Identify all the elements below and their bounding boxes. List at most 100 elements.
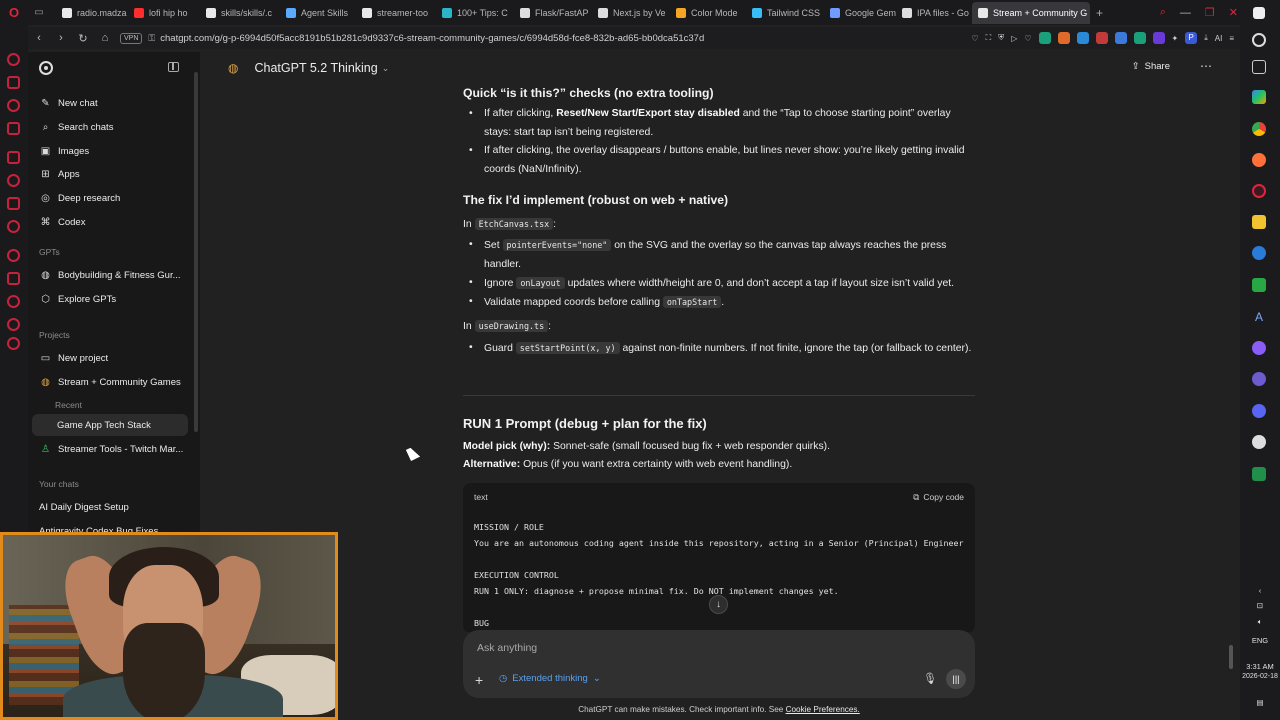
- sidebar-item-explore-gpts[interactable]: ⬡ Explore GPTs: [32, 288, 188, 310]
- browser-tab[interactable]: radio.madza: [56, 2, 128, 24]
- close-window-icon[interactable]: ✕: [1229, 6, 1238, 19]
- extension-icon[interactable]: [1114, 32, 1127, 44]
- site-info-icon[interactable]: ⚿: [148, 33, 155, 44]
- copilot-icon[interactable]: [1252, 90, 1266, 104]
- messenger-icon[interactable]: [7, 76, 20, 89]
- telegram-icon[interactable]: [7, 151, 20, 164]
- settings-icon[interactable]: [7, 337, 20, 350]
- app-icon[interactable]: [1252, 246, 1266, 260]
- music-icon[interactable]: [7, 220, 20, 233]
- player-icon[interactable]: [7, 249, 20, 262]
- sidebar-item-images[interactable]: ▣ Images: [32, 140, 188, 162]
- pinboard-icon[interactable]: [7, 272, 20, 285]
- menu-icon[interactable]: ≡: [1229, 34, 1234, 43]
- screenshot-icon[interactable]: ⛶: [986, 33, 992, 43]
- discord-icon[interactable]: [1252, 404, 1266, 418]
- browser-tab[interactable]: Color Mode: [670, 2, 746, 24]
- extension-icon[interactable]: [1095, 32, 1108, 44]
- extension-icon[interactable]: [1133, 32, 1146, 44]
- sidebar-item-streamer-tools[interactable]: ♙ Streamer Tools - Twitch Mar...: [32, 438, 188, 460]
- search-icon[interactable]: [1252, 33, 1266, 47]
- bookmark-icon[interactable]: ♡: [971, 34, 978, 43]
- windows-start-icon[interactable]: [1253, 7, 1265, 19]
- puzzle-icon[interactable]: ✦: [1172, 34, 1179, 43]
- heart-icon[interactable]: ♡: [1024, 34, 1031, 43]
- new-tab-button[interactable]: +: [1090, 6, 1109, 20]
- firefox-icon[interactable]: [1252, 153, 1266, 167]
- clock-icon[interactable]: [7, 318, 20, 331]
- browser-tab[interactable]: lofi hip ho: [128, 2, 200, 24]
- app-icon[interactable]: [1252, 435, 1266, 449]
- x-icon[interactable]: [7, 197, 20, 210]
- play-icon[interactable]: ▷: [1011, 34, 1017, 43]
- cookie-preferences-link[interactable]: Cookie Preferences.: [786, 705, 860, 714]
- extended-thinking-button[interactable]: ◷ Extended thinking ⌄: [499, 673, 601, 684]
- sidebar-item-recent-chat[interactable]: Game App Tech Stack: [32, 414, 188, 436]
- language-indicator[interactable]: ENG: [1240, 636, 1280, 645]
- network-icon[interactable]: ⊡: [1240, 601, 1280, 610]
- sidebar-item-codex[interactable]: ⌘ Codex: [32, 211, 188, 233]
- extension-icon[interactable]: [1152, 32, 1165, 44]
- browser-tab[interactable]: Google Gemi: [824, 2, 896, 24]
- clock-time[interactable]: 3:31 AM: [1240, 662, 1280, 671]
- browser-tab[interactable]: IPA files - Go: [896, 2, 972, 24]
- app-icon[interactable]: [1252, 372, 1266, 386]
- share-button[interactable]: ⇪ Share: [1132, 61, 1170, 72]
- browser-tab[interactable]: 100+ Tips: C: [436, 2, 514, 24]
- more-options-icon[interactable]: ⋯: [1200, 59, 1213, 73]
- vpn-badge[interactable]: VPN: [120, 32, 143, 44]
- profile-icon[interactable]: P: [1185, 32, 1198, 44]
- extension-icon[interactable]: [1038, 32, 1051, 44]
- chat-list-item[interactable]: AI Daily Digest Setup: [32, 496, 188, 518]
- chevron-down-icon[interactable]: ⌄: [382, 63, 390, 74]
- back-icon[interactable]: ‹: [28, 32, 50, 44]
- notifications-icon[interactable]: ▤: [1240, 698, 1280, 707]
- app-icon[interactable]: [1252, 341, 1266, 355]
- model-selector[interactable]: ChatGPT 5.2 Thinking: [254, 61, 377, 75]
- chatgpt-logo-icon[interactable]: [39, 61, 53, 75]
- history-icon[interactable]: [7, 295, 20, 308]
- instagram-icon[interactable]: [7, 122, 20, 135]
- scroll-to-bottom-button[interactable]: ↓: [709, 595, 728, 614]
- extension-icon[interactable]: [1057, 32, 1070, 44]
- browser-tab[interactable]: Flask/FastAP: [514, 2, 592, 24]
- add-attachment-icon[interactable]: +: [475, 672, 483, 688]
- volume-icon[interactable]: 🔈︎: [1240, 617, 1280, 627]
- home-icon[interactable]: ⌂: [94, 32, 116, 44]
- chrome-icon[interactable]: [1252, 122, 1266, 136]
- file-explorer-icon[interactable]: [1252, 215, 1266, 229]
- discord-icon[interactable]: [7, 174, 20, 187]
- minimize-icon[interactable]: —: [1180, 7, 1191, 19]
- app-icon[interactable]: A: [1252, 310, 1266, 324]
- opera-icon[interactable]: [1252, 184, 1266, 198]
- app-icon[interactable]: [1252, 278, 1266, 292]
- search-tabs-icon[interactable]: ⌕: [1160, 6, 1166, 19]
- clock-date[interactable]: 2026-02-18: [1240, 673, 1280, 680]
- message-composer[interactable]: Ask anything + ◷ Extended thinking ⌄ 🎙︎ …: [463, 630, 975, 698]
- extension-icon[interactable]: [1076, 32, 1089, 44]
- copy-code-button[interactable]: ⧉ Copy code: [913, 488, 964, 507]
- project-globe-icon[interactable]: ◍: [228, 61, 238, 75]
- browser-tab[interactable]: skills/skills/.c: [200, 2, 280, 24]
- forward-icon[interactable]: ›: [50, 32, 72, 44]
- show-hidden-icons-icon[interactable]: ‹: [1240, 586, 1280, 595]
- reload-icon[interactable]: ↻: [72, 32, 94, 45]
- main-scrollbar[interactable]: [1229, 645, 1233, 669]
- voice-mode-button[interactable]: |||: [946, 669, 966, 689]
- sidebar-item-new-chat[interactable]: ✎ New chat: [32, 92, 188, 114]
- aria-icon[interactable]: [7, 53, 20, 66]
- sidebar-toggle-icon[interactable]: [168, 62, 179, 72]
- microphone-icon[interactable]: 🎙︎: [923, 672, 937, 685]
- browser-tab[interactable]: Agent Skills: [280, 2, 356, 24]
- sidebar-item-project[interactable]: ◍ Stream + Community Games: [32, 371, 188, 393]
- shield-icon[interactable]: ⛨: [998, 33, 1004, 43]
- whatsapp-icon[interactable]: [7, 99, 20, 112]
- browser-tab[interactable]: Tailwind CSS: [746, 2, 824, 24]
- sidebar-scrollbar[interactable]: [194, 72, 198, 432]
- sidebar-item-search-chats[interactable]: ⌕ Search chats: [32, 116, 188, 138]
- sidebar-item-gpt[interactable]: ◍ Bodybuilding & Fitness Gur...: [32, 264, 188, 286]
- browser-tab[interactable]: Stream + Community G✕: [972, 1, 1090, 24]
- prompt-input[interactable]: Ask anything: [477, 642, 537, 654]
- download-icon[interactable]: ⤓: [1204, 33, 1208, 43]
- restore-icon[interactable]: ❐: [1205, 6, 1215, 19]
